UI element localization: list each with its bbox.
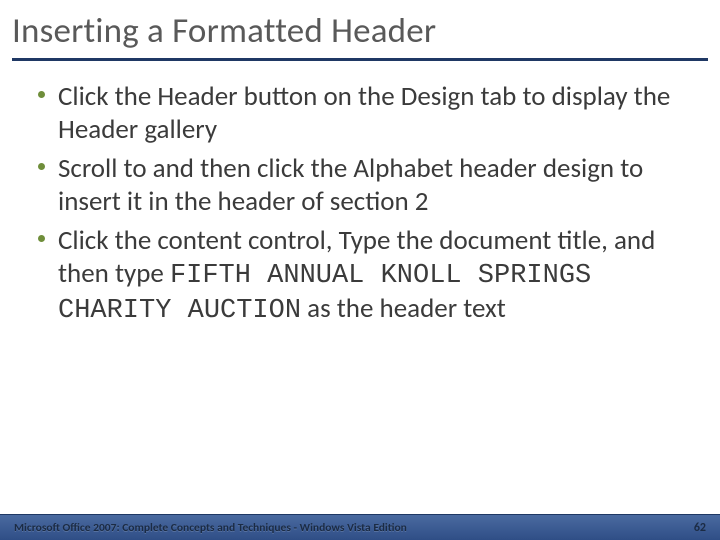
footer-bar: Microsoft Office 2007: Complete Concepts…: [0, 514, 720, 540]
body-area: Click the Header button on the Design ta…: [0, 61, 720, 328]
list-item: Click the content control, Type the docu…: [34, 225, 686, 328]
page-number: 62: [694, 521, 706, 535]
list-item-text-post: as the header text: [301, 292, 506, 325]
slide: Inserting a Formatted Header Click the H…: [0, 0, 720, 540]
page-title: Inserting a Formatted Header: [12, 10, 708, 52]
list-item: Click the Header button on the Design ta…: [34, 81, 686, 147]
list-item: Scroll to and then click the Alphabet he…: [34, 153, 686, 219]
list-item-text: Click the Header button on the Design ta…: [58, 80, 670, 146]
bullet-icon: [38, 235, 45, 242]
title-area: Inserting a Formatted Header: [0, 0, 720, 52]
bullet-icon: [38, 163, 45, 170]
bullet-icon: [38, 91, 45, 98]
list-item-text: Scroll to and then click the Alphabet he…: [58, 152, 643, 218]
bullet-list: Click the Header button on the Design ta…: [34, 81, 686, 328]
footer-text: Microsoft Office 2007: Complete Concepts…: [14, 521, 407, 535]
